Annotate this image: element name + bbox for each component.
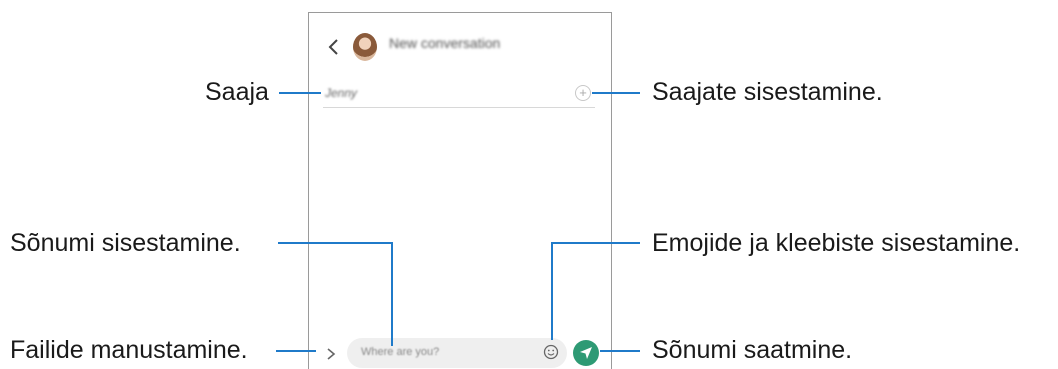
send-icon — [580, 347, 592, 359]
leader-message-input-v — [391, 242, 393, 346]
add-icon: + — [579, 85, 587, 100]
leader-send-message — [600, 350, 640, 352]
recipient-divider — [323, 107, 595, 108]
leader-recipient — [279, 92, 321, 94]
leader-message-input-h — [278, 242, 393, 244]
leader-attach-files — [276, 350, 316, 352]
send-button[interactable] — [573, 340, 599, 366]
leader-emoji-h — [551, 242, 640, 244]
conversation-title: New conversation — [389, 35, 501, 51]
callout-message-input: Sõnumi sisestamine. — [10, 229, 241, 257]
recipient-field[interactable]: Jenny — [325, 86, 357, 100]
add-recipient-button[interactable]: + — [575, 85, 591, 101]
callout-recipient: Saaja — [205, 78, 269, 106]
avatar — [353, 33, 377, 61]
leader-add-recipients — [592, 92, 640, 94]
callout-attach-files: Failide manustamine. — [10, 336, 248, 364]
message-input[interactable]: Where are you? — [347, 338, 567, 368]
attach-icon[interactable] — [325, 346, 337, 362]
phone-screen: New conversation Jenny + Where are you? — [308, 12, 612, 369]
emoji-icon[interactable] — [543, 344, 559, 360]
back-icon[interactable] — [327, 37, 341, 57]
callout-add-recipients: Saajate sisestamine. — [652, 78, 883, 106]
callout-send-message: Sõnumi saatmine. — [652, 336, 853, 364]
callout-emoji-stickers: Emojide ja kleebiste sisestamine. — [652, 229, 1021, 257]
leader-emoji-v — [551, 242, 553, 340]
message-placeholder: Where are you? — [361, 346, 440, 358]
